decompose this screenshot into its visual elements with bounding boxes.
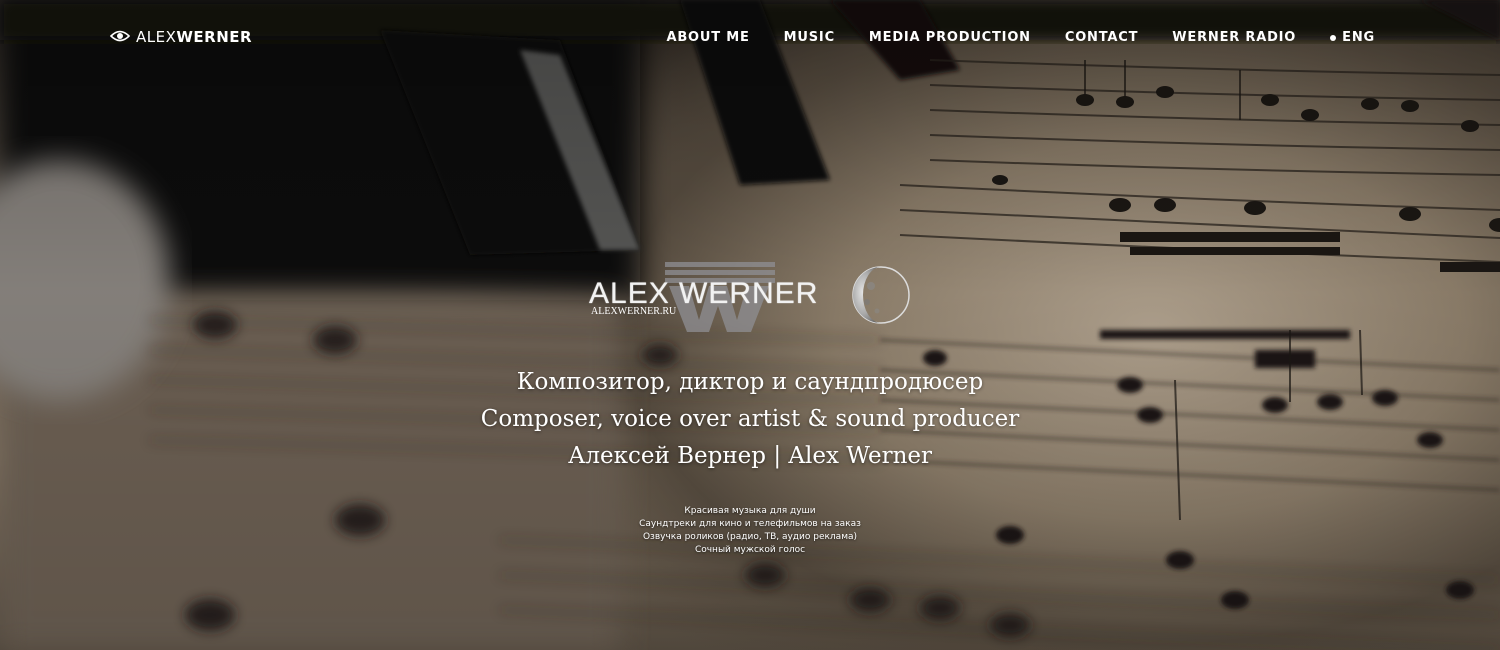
subtext-line: Саундтреки для кино и телефильмов на зак…	[639, 519, 861, 529]
brand-logo: ALEX WERNER ALEXWERNER.RU	[585, 262, 915, 332]
nav-item-about-me[interactable]: ABOUT ME	[666, 30, 749, 45]
subtext-line: Сочный мужской голос	[694, 545, 806, 555]
language-label: ENG	[1342, 30, 1375, 45]
page: ALEX WERNER ABOUT ME MUSIC MEDIA PRODUCTI…	[0, 0, 1500, 650]
nav-item-werner-radio[interactable]: WERNER RADIO	[1172, 30, 1296, 45]
moon-icon	[852, 266, 910, 324]
logo-light-text: ALEX	[136, 28, 177, 46]
eye-icon	[109, 28, 131, 46]
site-logo[interactable]: ALEX WERNER	[109, 28, 253, 46]
dot-icon	[1330, 34, 1337, 41]
subtext-line: Красивая музыка для души	[684, 506, 816, 516]
logo-bold-text: WERNER	[176, 28, 253, 46]
hero-subtext: Красивая музыка для души Саундтреки для …	[0, 505, 1500, 557]
nav-item-media-production[interactable]: MEDIA PRODUCTION	[869, 30, 1031, 45]
headline-line-ru: Композитор, диктор и саундпродюсер	[516, 369, 984, 395]
nav-item-contact[interactable]: CONTACT	[1065, 30, 1138, 45]
headline-line-en: Composer, voice over artist & sound prod…	[480, 406, 1020, 432]
nav-item-music[interactable]: MUSIC	[784, 30, 835, 45]
headline-line-name: Алексей Вернер | Alex Werner	[567, 443, 933, 469]
hero-headline: Композитор, диктор и саундпродюсер Compo…	[0, 364, 1500, 475]
language-switcher[interactable]: ENG	[1330, 30, 1375, 45]
brand-url: ALEXWERNER.RU	[591, 306, 677, 317]
main-nav: ABOUT ME MUSIC MEDIA PRODUCTION CONTACT …	[666, 30, 1375, 45]
subtext-line: Озвучка роликов (радио, ТВ, аудио реклам…	[642, 532, 858, 542]
